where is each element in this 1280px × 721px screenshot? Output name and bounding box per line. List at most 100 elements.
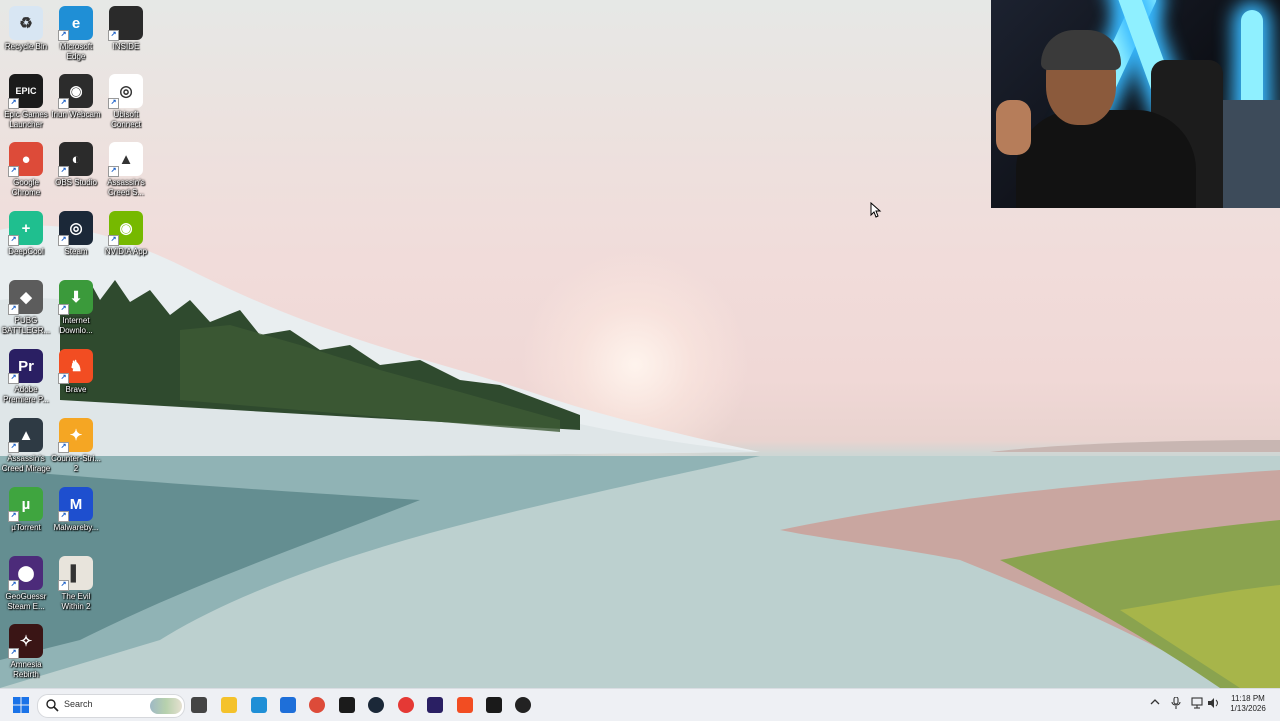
edge-icon: e ↗ (58, 6, 93, 41)
desktop-shortcut-label: Steam (64, 247, 88, 256)
task-view-button[interactable] (189, 695, 209, 715)
store-taskbar-button[interactable] (278, 695, 298, 715)
desktop-shortcut[interactable]: EPIC ↗ Epic Games Launcher (0, 74, 52, 130)
taskbar: Search 11:18 PM 1/13/2026 (0, 688, 1280, 721)
desktop-shortcut-label: Assassin's Creed Mirage (1, 454, 51, 473)
webcam-overlay (991, 0, 1280, 208)
steam-icon: ◎ ↗ (58, 211, 93, 246)
desktop-shortcut-label: NVIDIA App (104, 247, 148, 256)
desktop-shortcut[interactable]: ✦ ↗ Counter-Stri... 2 (50, 418, 102, 474)
media-player-taskbar-button[interactable] (513, 695, 533, 715)
premiere-taskbar-icon (427, 697, 443, 713)
desktop-shortcut[interactable]: M ↗ Malwareby... (50, 487, 102, 533)
premiere-taskbar-button[interactable] (425, 695, 445, 715)
file-explorer-button[interactable] (219, 695, 239, 715)
shortcut-arrow-icon: ↗ (8, 235, 19, 246)
shortcut-arrow-icon: ↗ (8, 98, 19, 109)
brave-icon: ♞ ↗ (58, 349, 93, 384)
desktop-shortcut[interactable]: ◎ ↗ Steam (50, 211, 102, 257)
desktop-shortcut-label: INSIDE (112, 42, 140, 51)
desktop-shortcut[interactable]: + ↗ DeepCool (0, 211, 52, 257)
shortcut-arrow-icon: ↗ (8, 648, 19, 659)
start-button[interactable] (11, 695, 31, 715)
counter-strike-icon: ✦ ↗ (58, 418, 93, 453)
chevron-up-icon[interactable] (1150, 697, 1160, 707)
clock-time: 11:18 PM (1231, 694, 1265, 703)
assassins-creed-icon: ▲ ↗ (108, 142, 143, 177)
amnesia-icon: ✧ ↗ (8, 624, 43, 659)
desktop-shortcut-label: Counter-Stri... 2 (51, 454, 101, 473)
recycle-bin-icon: ♻ (9, 6, 43, 40)
desktop-shortcut[interactable]: ◎ ↗ Ubisoft Connect (100, 74, 152, 130)
shortcut-arrow-icon: ↗ (108, 235, 119, 246)
shortcut-arrow-icon: ↗ (8, 580, 19, 591)
microphone-icon[interactable] (1171, 697, 1181, 709)
desktop-shortcut[interactable]: ◉ ↗ Iriun Webcam (50, 74, 102, 120)
epic-taskbar-icon (339, 697, 355, 713)
desktop-shortcut[interactable]: e ↗ Microsoft Edge (50, 6, 102, 62)
shortcut-arrow-icon: ↗ (58, 580, 69, 591)
obs-icon: ◐ ↗ (58, 142, 93, 177)
mouse-cursor-icon (870, 202, 882, 218)
desktop-shortcut[interactable]: Pr ↗ Adobe Premiere P... (0, 349, 52, 405)
shortcut-arrow-icon: ↗ (58, 166, 69, 177)
audio-app-taskbar-button[interactable] (484, 695, 504, 715)
taskbar-search[interactable]: Search (37, 694, 185, 718)
shortcut-arrow-icon: ↗ (58, 304, 69, 315)
internet-download-icon: ⬇ ↗ (58, 280, 93, 315)
desktop-shortcut-label: Ubisoft Connect (111, 110, 141, 129)
shortcut-arrow-icon: ↗ (58, 511, 69, 522)
desktop-shortcut[interactable]: ◉ ↗ NVIDIA App (100, 211, 152, 257)
person-beanie (1041, 30, 1121, 70)
shortcut-arrow-icon: ↗ (8, 304, 19, 315)
utorrent-icon: µ ↗ (8, 487, 43, 522)
network-icon[interactable] (1191, 697, 1203, 709)
search-placeholder: Search (64, 699, 93, 709)
brave-taskbar-button[interactable] (455, 695, 475, 715)
desktop-shortcut[interactable]: ✧ ↗ Amnesia Rebirth (0, 624, 52, 680)
volume-icon[interactable] (1207, 697, 1219, 709)
chrome-taskbar-button[interactable] (307, 695, 327, 715)
edge-taskbar-icon (251, 697, 267, 713)
shortcut-arrow-icon: ↗ (8, 373, 19, 384)
desktop-shortcut-label: Microsoft Edge (59, 42, 93, 61)
desktop-shortcut-label: DeepCool (8, 247, 44, 256)
nvidia-icon: ◉ ↗ (108, 211, 143, 246)
desktop-shortcut[interactable]: ⬤ ↗ GeoGuessr Steam E... (0, 556, 52, 612)
shortcut-arrow-icon: ↗ (58, 235, 69, 246)
desktop-shortcut[interactable]: ↗ INSIDE (100, 6, 152, 52)
task-view-icon (191, 697, 207, 713)
desktop-shortcut-label: Epic Games Launcher (4, 110, 48, 129)
desktop-shortcut[interactable]: ● ↗ Google Chrome (0, 142, 52, 198)
shortcut-arrow-icon: ↗ (108, 166, 119, 177)
desktop-shortcut[interactable]: ♞ ↗ Brave (50, 349, 102, 395)
file-explorer-icon (221, 697, 237, 713)
desktop-shortcut[interactable]: ▌ ↗ The Evil Within 2 (50, 556, 102, 612)
clock-date: 1/13/2026 (1230, 704, 1266, 713)
desktop-shortcut-label: GeoGuessr Steam E... (5, 592, 47, 611)
desktop-shortcut[interactable]: ⬇ ↗ Internet Downlo... (50, 280, 102, 336)
davinci-taskbar-button[interactable] (396, 695, 416, 715)
malwarebytes-icon: M ↗ (58, 487, 93, 522)
desktop-shortcut[interactable]: µ ↗ µTorrent (0, 487, 52, 533)
person-hand (996, 100, 1031, 155)
steam-taskbar-icon (368, 697, 384, 713)
desktop-shortcut-label: Recycle Bin (4, 42, 48, 51)
desktop-shortcut[interactable]: ◆ ↗ PUBG BATTLEGR... (0, 280, 52, 336)
epic-taskbar-button[interactable] (337, 695, 357, 715)
system-clock[interactable]: 11:18 PM 1/13/2026 (1222, 694, 1274, 714)
steam-taskbar-button[interactable] (366, 695, 386, 715)
ubisoft-connect-icon: ◎ ↗ (108, 74, 143, 109)
epic-games-icon: EPIC ↗ (8, 74, 43, 109)
media-player-taskbar-icon (515, 697, 531, 713)
premiere-icon: Pr ↗ (8, 349, 43, 384)
desktop-shortcut[interactable]: ▲ ↗ Assassin's Creed S... (100, 142, 152, 198)
desktop-shortcut[interactable]: ◐ ↗ OBS Studio (50, 142, 102, 188)
ac-mirage-icon: ▲ ↗ (8, 418, 43, 453)
shortcut-arrow-icon: ↗ (108, 98, 119, 109)
desktop-shortcut[interactable]: ♻ Recycle Bin (0, 6, 52, 52)
search-icon (46, 699, 59, 712)
shortcut-arrow-icon: ↗ (58, 442, 69, 453)
desktop-shortcut[interactable]: ▲ ↗ Assassin's Creed Mirage (0, 418, 52, 474)
edge-taskbar-button[interactable] (249, 695, 269, 715)
